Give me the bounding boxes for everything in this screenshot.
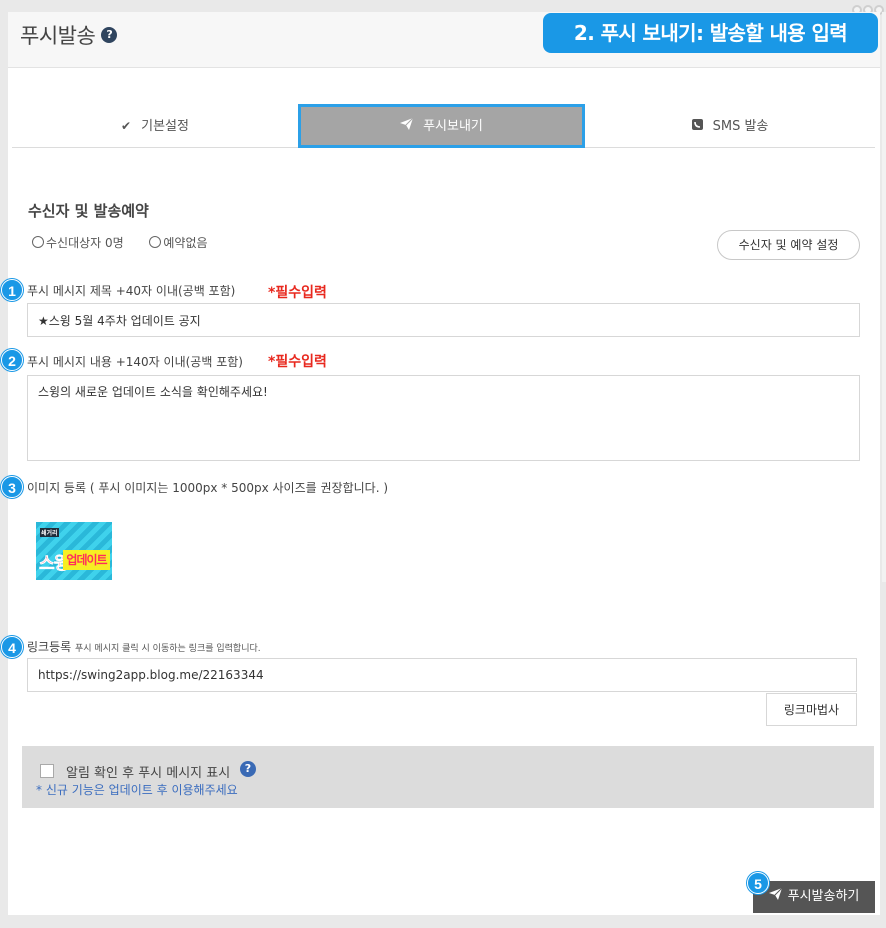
check-icon: ✔ xyxy=(121,119,132,133)
tab-label: SMS 발송 xyxy=(712,119,769,134)
page-header: 푸시발송? 2. 푸시 보내기: 발송할 내용 입력 xyxy=(8,12,880,68)
recipient-info: 수신대상자 0명 예약없음 xyxy=(32,234,208,251)
link-label-text: 링크등록 xyxy=(27,640,72,654)
image-label: 이미지 등록 ( 푸시 이미지는 1000px * 500px 사이즈를 권장합… xyxy=(27,481,389,495)
notify-option-box: 알림 확인 후 푸시 메시지 표시 ? * 신규 기능은 업데이트 후 이용해주… xyxy=(22,746,874,808)
paper-plane-icon xyxy=(768,881,782,913)
push-title-required: *필수입력 xyxy=(268,285,327,301)
push-body-textarea[interactable]: 스윙의 새로운 업데이트 소식을 확인해주세요! xyxy=(27,375,860,461)
push-title-label: 푸시 메시지 제목 +40자 이내(공백 포함) xyxy=(27,284,236,298)
push-body-required: *필수입력 xyxy=(268,354,327,370)
phone-icon xyxy=(691,104,703,148)
step-banner: 2. 푸시 보내기: 발송할 내용 입력 xyxy=(543,13,878,53)
step-badge-1: 1 xyxy=(1,279,23,301)
page-title: 푸시발송? xyxy=(20,20,118,50)
push-body-label: 푸시 메시지 내용 +140자 이내(공백 포함) xyxy=(27,355,243,369)
tab-label: 푸시보내기 xyxy=(423,119,483,134)
push-title-input[interactable] xyxy=(27,303,860,337)
thumb-title-b: 업데이트 xyxy=(63,550,110,570)
push-image-thumbnail[interactable]: 쇄거리 스윙 업데이트 xyxy=(36,522,112,580)
notify-checkbox[interactable] xyxy=(40,764,54,778)
page-title-text: 푸시발송 xyxy=(20,24,96,48)
link-url-input[interactable] xyxy=(27,658,857,692)
recipient-settings-button[interactable]: 수신자 및 예약 설정 xyxy=(717,230,860,260)
tab-push-send[interactable]: 푸시보내기 xyxy=(298,104,585,148)
notify-note: * 신규 기능은 업데이트 후 이용해주세요 xyxy=(36,783,238,797)
step-badge-3: 3 xyxy=(1,476,23,498)
thumb-badge-text: 쇄거리 xyxy=(40,528,59,537)
step-badge-4: 4 xyxy=(1,636,23,658)
notify-checkbox-label: 알림 확인 후 푸시 메시지 표시 xyxy=(66,766,231,781)
tab-bar: ✔ 기본설정 푸시보내기 SMS 발송 xyxy=(12,104,875,148)
paper-plane-icon xyxy=(400,107,414,145)
section-title: 수신자 및 발송예약 xyxy=(28,202,149,220)
push-send-button[interactable]: 푸시발송하기 xyxy=(753,881,875,913)
user-icon xyxy=(32,236,44,248)
link-hint: 푸시 메시지 클릭 시 이동하는 링크를 입력합니다. xyxy=(75,644,261,654)
clock-icon xyxy=(149,236,162,248)
step-badge-5: 5 xyxy=(747,872,769,894)
scrollbar[interactable] xyxy=(882,12,886,582)
tab-sms-send[interactable]: SMS 발송 xyxy=(585,104,875,148)
question-icon[interactable]: ? xyxy=(240,761,256,777)
recipient-count: 수신대상자 0명 xyxy=(46,236,124,250)
link-wizard-button[interactable]: 링크마법사 xyxy=(766,693,857,726)
help-icon[interactable]: ? xyxy=(101,27,118,43)
reservation-status: 예약없음 xyxy=(163,236,208,250)
page-panel: 푸시발송? 2. 푸시 보내기: 발송할 내용 입력 ✔ 기본설정 푸시보내기 S… xyxy=(1,12,880,915)
tab-label: 기본설정 xyxy=(141,119,189,134)
step-badge-2: 2 xyxy=(1,349,23,371)
tab-basic-settings[interactable]: ✔ 기본설정 xyxy=(12,104,298,148)
send-button-label: 푸시발송하기 xyxy=(787,889,860,904)
link-label: 링크등록 푸시 메시지 클릭 시 이동하는 링크를 입력합니다. xyxy=(27,638,261,655)
